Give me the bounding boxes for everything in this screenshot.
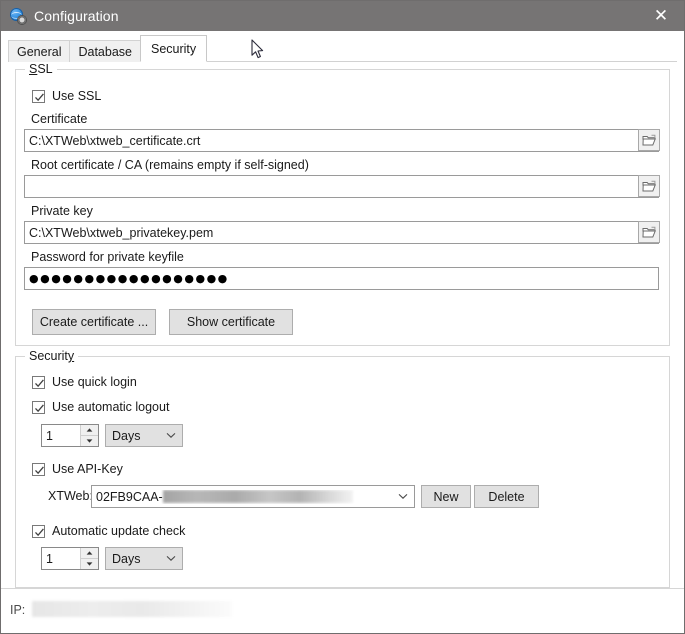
api-key-redacted-bar — [163, 490, 353, 503]
checkbox-box — [32, 463, 45, 476]
checkbox-box — [32, 401, 45, 414]
api-key-label: XTWeb: — [48, 489, 93, 503]
logout-interval-value[interactable]: 1 — [42, 425, 80, 446]
certificate-browse-button[interactable] — [638, 129, 660, 151]
private-key-label: Private key — [31, 204, 93, 218]
use-api-key-checkbox[interactable]: Use API-Key — [32, 462, 123, 476]
automatic-update-check-checkbox[interactable]: Automatic update check — [32, 524, 185, 538]
ssl-group: SSL — [15, 69, 670, 346]
chevron-down-icon — [160, 432, 182, 439]
root-certificate-browse-button[interactable] — [638, 175, 660, 197]
use-ssl-checkbox[interactable]: Use SSL — [32, 89, 101, 103]
certificate-label: Certificate — [31, 112, 87, 126]
ssl-group-legend: SSL — [25, 62, 57, 77]
open-folder-icon — [642, 226, 657, 239]
ip-label: IP: — [10, 603, 25, 617]
api-key-delete-button[interactable]: Delete — [474, 485, 539, 508]
update-interval-unit-select[interactable]: Days — [105, 547, 183, 570]
check-icon — [34, 465, 45, 476]
configuration-window: Configuration ✕ General Database Securit… — [0, 0, 685, 634]
open-folder-icon — [642, 134, 657, 147]
ip-value-redacted — [32, 601, 232, 617]
api-key-select[interactable]: 02FB9CAA- — [91, 485, 415, 508]
root-certificate-input[interactable] — [24, 175, 659, 198]
api-key-visible-prefix: 02FB9CAA- — [96, 490, 163, 504]
title-bar: Configuration ✕ — [1, 1, 684, 31]
dialog-footer: IP: Save Cancel Help — [1, 588, 684, 633]
tab-general[interactable]: General — [8, 40, 70, 62]
use-quick-login-label: Use quick login — [52, 375, 137, 389]
private-key-input[interactable]: C:\XTWeb\xtweb_privatekey.pem — [24, 221, 659, 244]
check-icon — [34, 527, 45, 538]
automatic-update-check-label: Automatic update check — [52, 524, 185, 538]
open-folder-icon — [642, 180, 657, 193]
security-group-legend: Security — [25, 349, 78, 364]
tab-database[interactable]: Database — [69, 40, 141, 62]
tab-strip: General Database Security — [1, 31, 684, 62]
api-key-value: 02FB9CAA- — [96, 490, 392, 504]
stepper-down-icon[interactable] — [81, 559, 98, 569]
update-interval-unit-value: Days — [112, 552, 160, 566]
use-automatic-logout-label: Use automatic logout — [52, 400, 169, 414]
stepper-arrows[interactable] — [80, 548, 98, 569]
api-key-new-button[interactable]: New — [421, 485, 471, 508]
create-certificate-button[interactable]: Create certificate ... — [32, 309, 156, 335]
check-icon — [34, 92, 45, 103]
password-label: Password for private keyfile — [31, 250, 184, 264]
use-api-key-label: Use API-Key — [52, 462, 123, 476]
update-interval-stepper[interactable]: 1 — [41, 547, 99, 570]
check-icon — [34, 378, 45, 389]
use-quick-login-checkbox[interactable]: Use quick login — [32, 375, 137, 389]
stepper-up-icon[interactable] — [81, 548, 98, 559]
tab-security[interactable]: Security — [140, 35, 207, 62]
security-tab-pane: SSL Use SSL Certificate C:\XTWeb\xtweb_c… — [8, 62, 677, 589]
password-input[interactable]: ●●●●●●●●●●●●●●●●●● — [24, 267, 659, 290]
chevron-down-icon — [160, 555, 182, 562]
use-ssl-label: Use SSL — [52, 89, 101, 103]
show-certificate-button[interactable]: Show certificate — [169, 309, 293, 335]
app-globe-gear-icon — [10, 8, 26, 24]
logout-interval-unit-select[interactable]: Days — [105, 424, 183, 447]
update-interval-value[interactable]: 1 — [42, 548, 80, 569]
logout-interval-stepper[interactable]: 1 — [41, 424, 99, 447]
private-key-browse-button[interactable] — [638, 221, 660, 243]
check-icon — [34, 403, 45, 414]
use-automatic-logout-checkbox[interactable]: Use automatic logout — [32, 400, 169, 414]
stepper-down-icon[interactable] — [81, 436, 98, 446]
certificate-input[interactable]: C:\XTWeb\xtweb_certificate.crt — [24, 129, 659, 152]
root-certificate-label: Root certificate / CA (remains empty if … — [31, 158, 309, 172]
stepper-arrows[interactable] — [80, 425, 98, 446]
close-icon[interactable]: ✕ — [638, 1, 684, 31]
checkbox-box — [32, 376, 45, 389]
stepper-up-icon[interactable] — [81, 425, 98, 436]
logout-interval-unit-value: Days — [112, 429, 160, 443]
checkbox-box — [32, 525, 45, 538]
checkbox-box — [32, 90, 45, 103]
chevron-down-icon — [392, 493, 414, 500]
window-title: Configuration — [34, 8, 119, 24]
